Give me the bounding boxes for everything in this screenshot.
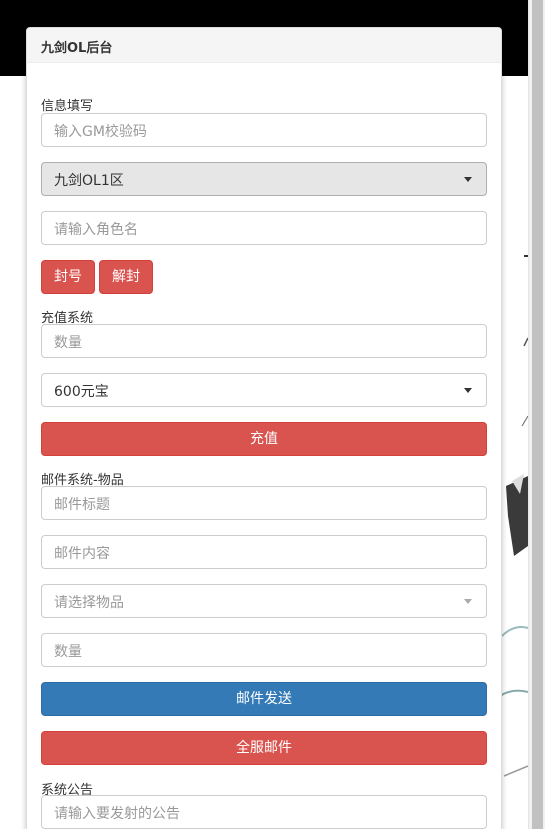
gm-code-input[interactable]: 输入GM校验码 [41,113,487,147]
info-section-label: 信息填写 [41,99,94,114]
send-mail-button[interactable]: 邮件发送 [41,682,487,716]
mail-content-input[interactable]: 邮件内容 [41,535,487,569]
chevron-down-icon [464,599,472,604]
notice-input[interactable]: 请输入要发射的公告 [41,795,487,829]
scrollbar-thumb[interactable] [532,0,543,829]
mail-item-placeholder: 请选择物品 [54,595,124,611]
background-artwork [500,76,528,829]
unban-button[interactable]: 解封 [99,260,153,294]
vertical-scrollbar[interactable] [528,0,545,829]
admin-panel: 九剑OL后台 信息填写 输入GM校验码 九剑OL1区 请输入角色名 封号 解封 … [26,27,502,829]
recharge-button[interactable]: 充值 [41,422,487,456]
ban-button[interactable]: 封号 [41,260,95,294]
recharge-amount-value: 600元宝 [54,384,109,400]
chevron-down-icon [464,388,472,393]
server-select[interactable]: 九剑OL1区 [41,162,487,196]
mail-title-input[interactable]: 邮件标题 [41,486,487,520]
role-name-input[interactable]: 请输入角色名 [41,211,487,245]
recharge-quantity-input[interactable]: 数量 [41,324,487,358]
panel-title: 九剑OL后台 [27,28,501,63]
chevron-down-icon [464,177,472,182]
server-select-value: 九剑OL1区 [54,173,124,189]
mail-item-select[interactable]: 请选择物品 [41,584,487,618]
recharge-amount-select[interactable]: 600元宝 [41,373,487,407]
broadcast-mail-button[interactable]: 全服邮件 [41,731,487,765]
mail-quantity-input[interactable]: 数量 [41,633,487,667]
